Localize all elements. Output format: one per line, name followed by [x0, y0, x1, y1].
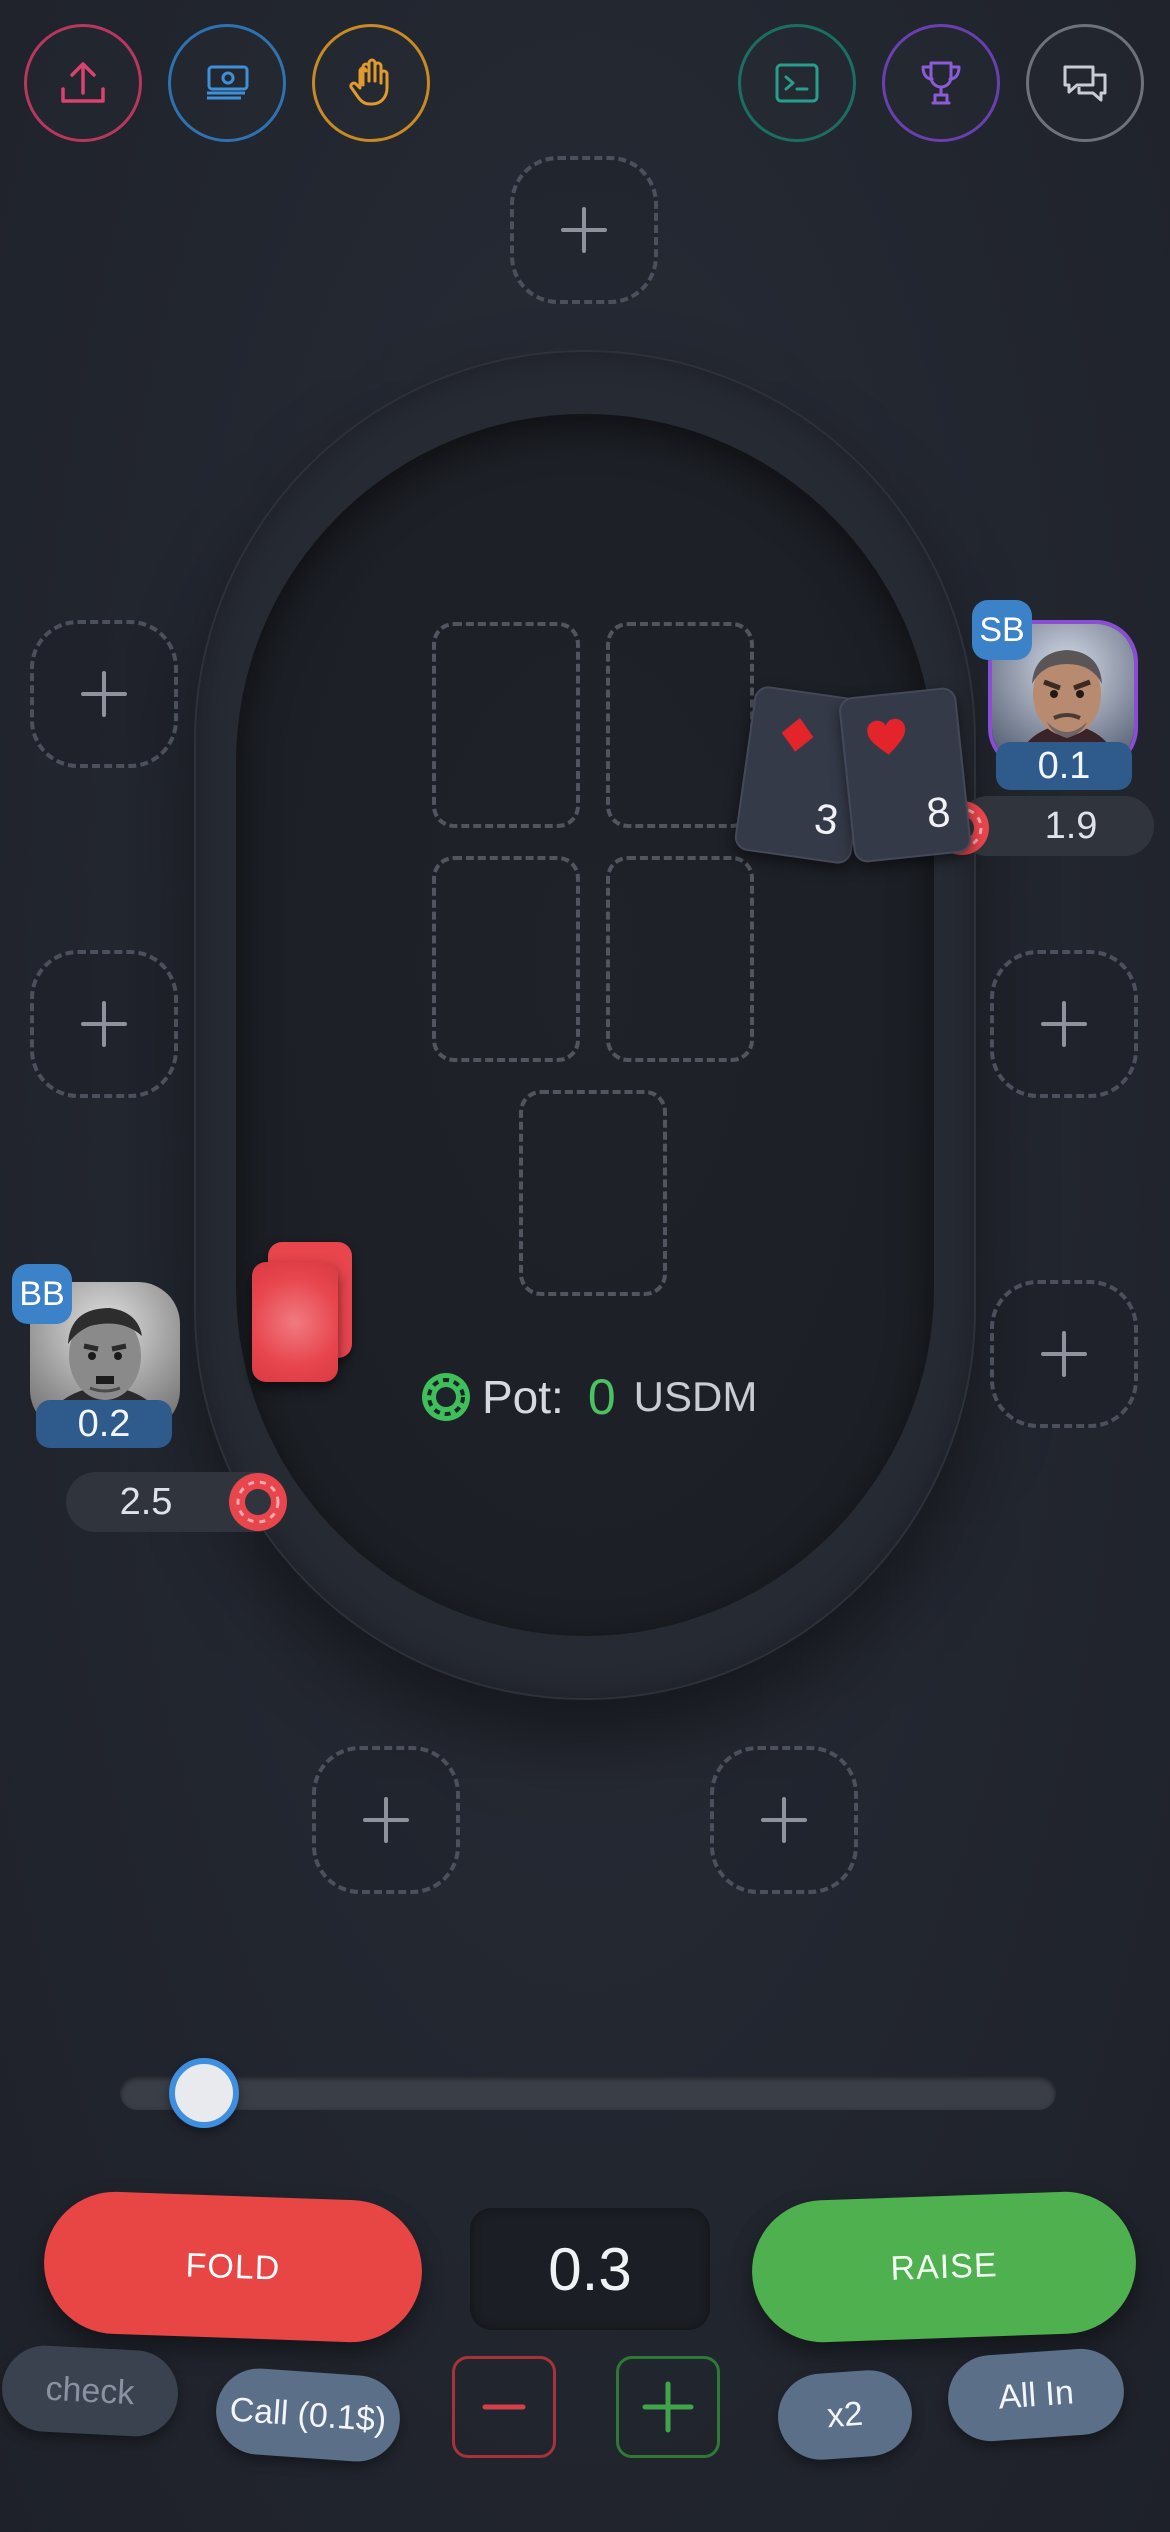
decrease-amount-button[interactable]: [452, 2356, 556, 2458]
bet-slider-thumb[interactable]: [169, 2058, 240, 2128]
sb-hole-card-2: 8: [837, 686, 973, 864]
all-in-label: All In: [996, 2372, 1075, 2417]
card-rank: 3: [811, 794, 842, 845]
hand-icon: [349, 58, 389, 106]
money-icon: [207, 65, 249, 100]
fold-button[interactable]: FOLD: [41, 2189, 425, 2345]
empty-seat-right-lower[interactable]: [990, 1280, 1138, 1428]
empty-seat-bottom-left[interactable]: [312, 1746, 460, 1894]
empty-seat-left-middle[interactable]: [30, 950, 178, 1098]
board-card-slot: [606, 856, 754, 1062]
board-card-slot: [519, 1090, 667, 1296]
chip-icon: [422, 1373, 470, 1421]
pot-display: Pot: 0 USDM: [420, 1362, 757, 1432]
big-blind-badge: BB: [12, 1264, 72, 1324]
bb-bet-value: 2.5: [119, 1480, 173, 1523]
plus-icon: [561, 207, 607, 253]
increase-amount-button[interactable]: [616, 2356, 720, 2458]
terminal-icon: [775, 63, 819, 103]
call-button[interactable]: Call (0.1$): [213, 2365, 403, 2465]
empty-seat-top[interactable]: [510, 156, 658, 304]
console-button[interactable]: [738, 24, 856, 142]
chat-button[interactable]: [1026, 24, 1144, 142]
stop-hand-button[interactable]: [312, 24, 430, 142]
plus-icon: [363, 1797, 409, 1843]
board-card-slot: [432, 622, 580, 828]
fold-label: FOLD: [185, 2245, 281, 2288]
all-in-button[interactable]: All In: [945, 2345, 1127, 2445]
leaderboard-button[interactable]: [882, 24, 1000, 142]
big-blind-label: BB: [19, 1274, 65, 1313]
double-bet-label: x2: [825, 2394, 865, 2435]
bb-stack-value: 0.2: [77, 1402, 131, 1445]
sb-bet-value: 1.9: [1044, 804, 1098, 847]
empty-seat-right-middle[interactable]: [990, 950, 1138, 1098]
bb-face-down-card: [252, 1262, 338, 1382]
trophy-icon: [921, 61, 961, 105]
upload-icon: [61, 62, 105, 103]
small-blind-badge: SB: [972, 600, 1032, 660]
raise-label: RAISE: [889, 2245, 999, 2288]
board-card-slot: [432, 856, 580, 1062]
pot-unit: USDM: [633, 1373, 758, 1420]
poker-table-felt: [236, 414, 934, 1636]
sb-stack: 0.1: [996, 742, 1132, 790]
bet-slider-track[interactable]: [120, 2076, 1056, 2110]
diamond-suit-icon: [781, 718, 814, 752]
board-card-slot: [606, 622, 754, 828]
check-label: check: [44, 2369, 136, 2412]
bet-amount-display: 0.3: [470, 2208, 710, 2330]
plus-icon: [81, 1001, 127, 1047]
small-blind-label: SB: [979, 610, 1025, 649]
plus-icon: [1041, 1001, 1087, 1047]
chip-icon: [226, 1470, 290, 1534]
sb-stack-value: 0.1: [1037, 744, 1091, 787]
chat-icon: [1063, 65, 1107, 102]
empty-seat-left-upper[interactable]: [30, 620, 178, 768]
heart-suit-icon: [867, 718, 906, 755]
empty-seat-bottom-right[interactable]: [710, 1746, 858, 1894]
pot-amount: 0: [587, 1369, 616, 1425]
plus-icon: [1041, 1331, 1087, 1377]
plus-icon: [761, 1797, 807, 1843]
card-rank: 8: [924, 787, 953, 837]
plus-icon: [642, 2381, 694, 2433]
plus-icon: [81, 671, 127, 717]
raise-button[interactable]: RAISE: [749, 2189, 1139, 2345]
call-label: Call (0.1$): [228, 2390, 388, 2439]
bb-stack: 0.2: [36, 1400, 172, 1448]
cashier-button[interactable]: [168, 24, 286, 142]
minus-icon: [482, 2404, 526, 2410]
check-button[interactable]: check: [0, 2343, 181, 2439]
upload-button[interactable]: [24, 24, 142, 142]
double-bet-button[interactable]: x2: [775, 2367, 915, 2463]
bet-amount-value: 0.3: [548, 2235, 632, 2303]
pot-label: Pot:: [482, 1371, 564, 1423]
